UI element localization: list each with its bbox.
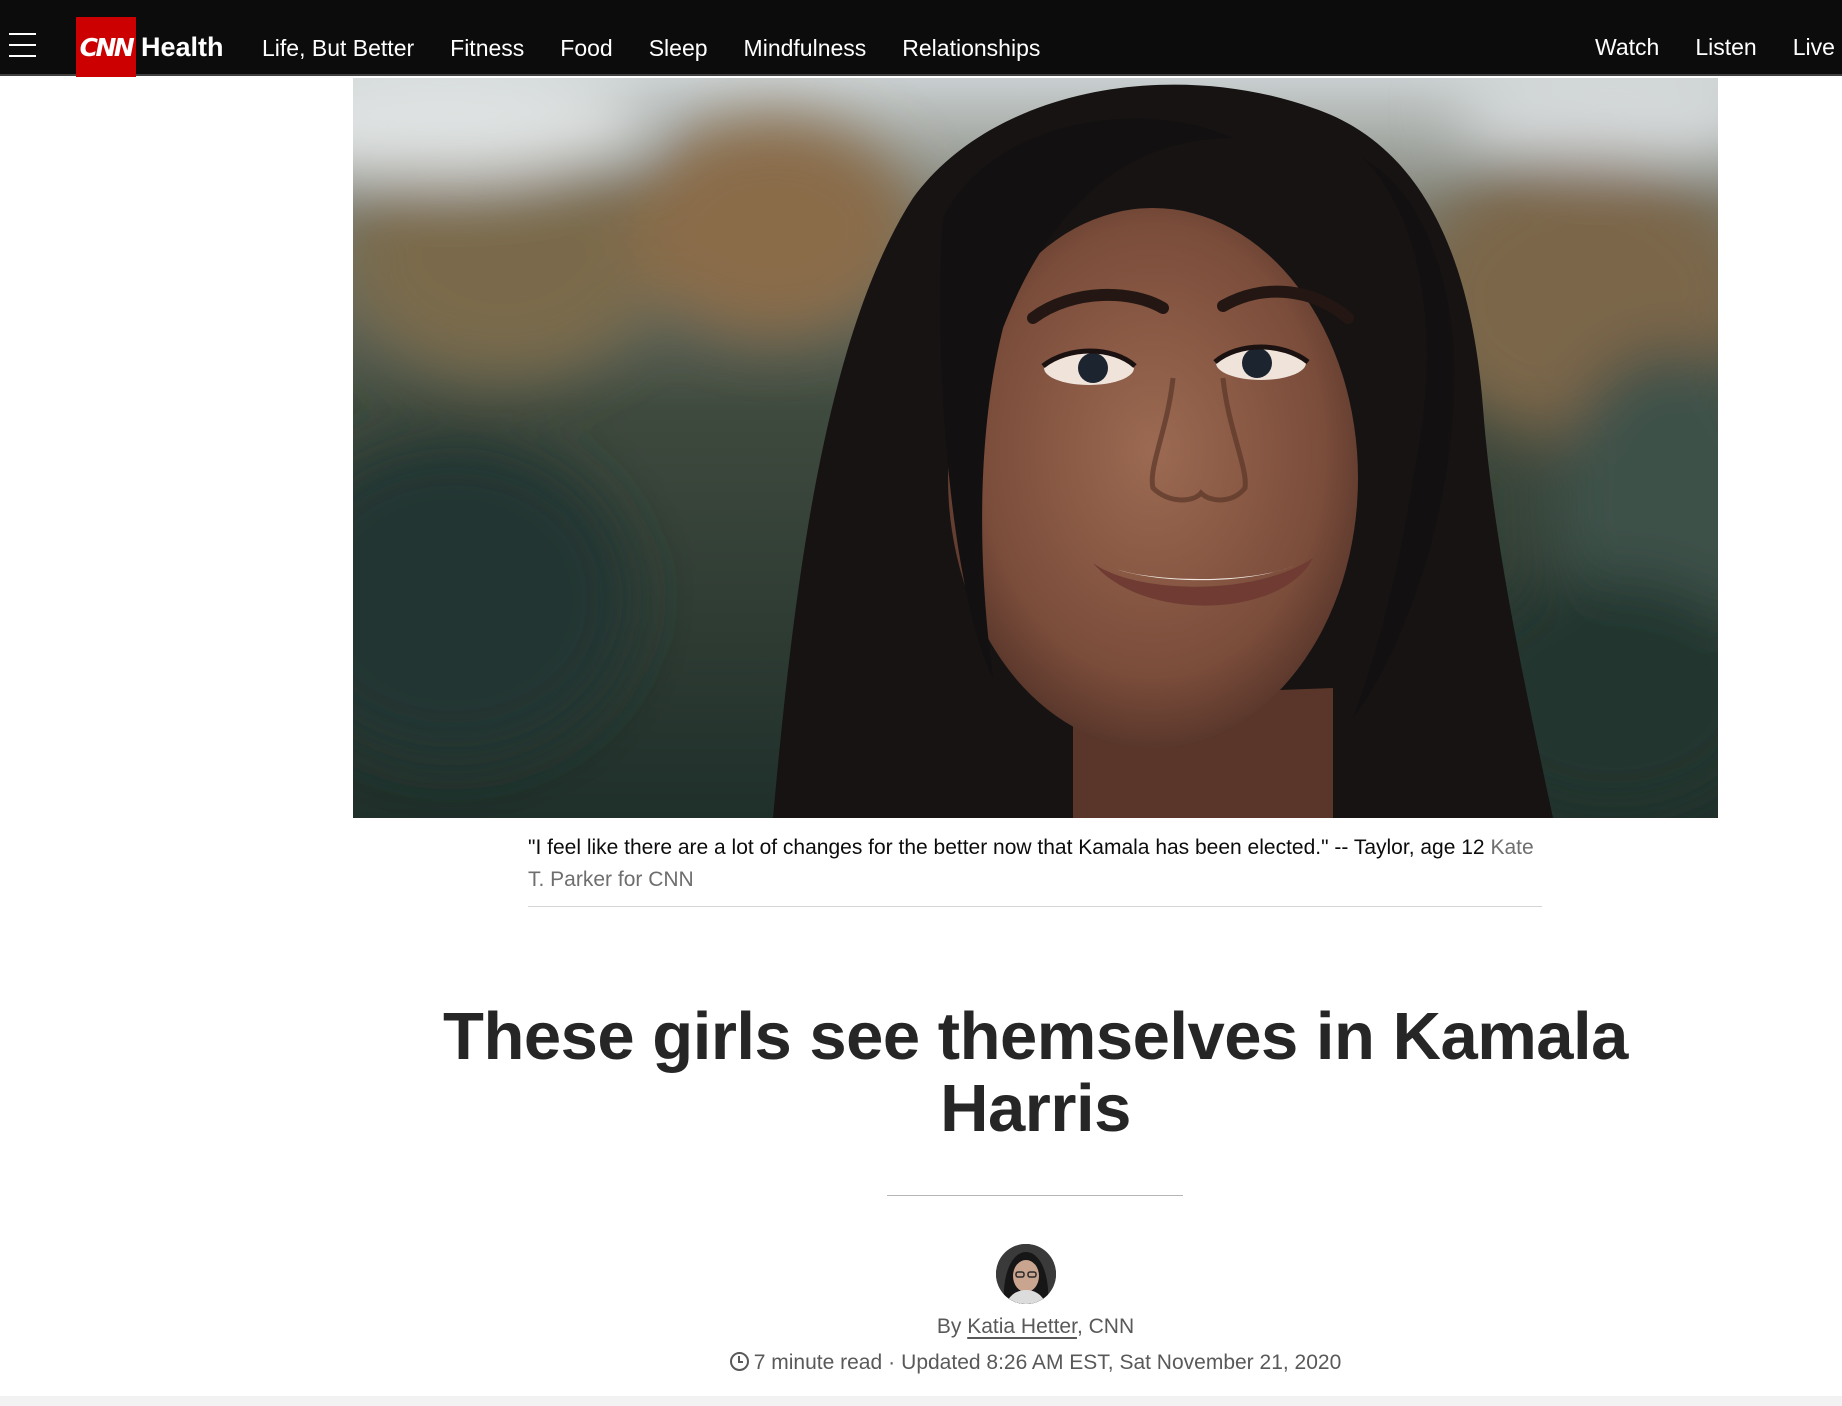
- byline-prefix: By: [936, 1315, 962, 1338]
- author-link[interactable]: Katia Hetter: [967, 1315, 1077, 1338]
- caption-quote: "I feel like there are a lot of changes …: [528, 836, 1485, 859]
- updated-timestamp: Updated 8:26 AM EST, Sat November 21, 20…: [901, 1351, 1342, 1374]
- media-nav-links: Watch Listen Live: [1595, 31, 1842, 63]
- nav-link-sleep[interactable]: Sleep: [649, 32, 708, 64]
- nav-link-watch[interactable]: Watch: [1595, 31, 1659, 63]
- hero-caption: "I feel like there are a lot of changes …: [528, 832, 1542, 896]
- section-title-health[interactable]: Health: [141, 29, 224, 65]
- cnn-logo[interactable]: CNN: [76, 17, 136, 77]
- nav-link-life-but-better[interactable]: Life, But Better: [262, 32, 414, 64]
- read-time: 7 minute read: [753, 1351, 883, 1374]
- clock-icon: [729, 1352, 749, 1371]
- caption-divider: [528, 906, 1542, 907]
- top-navigation-bar: CNN Health Life, But Better Fitness Food…: [0, 0, 1842, 77]
- hero-photo: [353, 78, 1718, 818]
- headline-divider: [887, 1195, 1183, 1196]
- page-bottom-edge: [0, 1396, 1842, 1406]
- nav-link-fitness[interactable]: Fitness: [450, 32, 524, 64]
- byline: By Katia Hetter, CNN: [353, 1313, 1718, 1341]
- meta-separator: ·: [888, 1351, 896, 1374]
- nav-link-mindfulness[interactable]: Mindfulness: [744, 32, 867, 64]
- nav-link-live[interactable]: Live: [1793, 31, 1835, 63]
- author-avatar[interactable]: [996, 1244, 1056, 1304]
- byline-outlet: , CNN: [1076, 1315, 1135, 1338]
- article-headline: These girls see themselves in Kamala Har…: [443, 999, 1628, 1146]
- section-nav-links: Life, But Better Fitness Food Sleep Mind…: [262, 32, 1076, 64]
- nav-link-food[interactable]: Food: [560, 32, 612, 64]
- article-meta: 7 minute read · Updated 8:26 AM EST, Sat N…: [353, 1349, 1718, 1377]
- hamburger-menu-icon[interactable]: [9, 33, 36, 57]
- nav-link-listen[interactable]: Listen: [1695, 31, 1756, 63]
- nav-link-relationships[interactable]: Relationships: [902, 32, 1040, 64]
